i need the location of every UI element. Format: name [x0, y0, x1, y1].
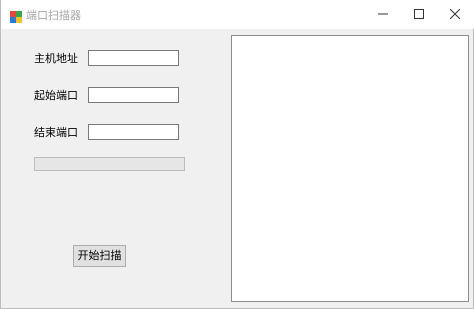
- scan-progress-bar: [34, 157, 185, 171]
- minimize-icon: [378, 13, 388, 15]
- start-port-input[interactable]: [88, 87, 179, 103]
- results-textbox[interactable]: [231, 35, 469, 302]
- start-port-label: 起始端口: [34, 89, 78, 102]
- window-title: 端口扫描器: [26, 9, 81, 22]
- start-scan-button[interactable]: 开始扫描: [73, 245, 126, 267]
- minimize-button[interactable]: [365, 0, 401, 29]
- close-button[interactable]: [437, 0, 473, 29]
- end-port-label: 结束端口: [34, 126, 78, 139]
- title-bar[interactable]: 端口扫描器: [1, 0, 474, 29]
- end-port-input[interactable]: [88, 124, 179, 140]
- app-icon: [10, 8, 22, 23]
- close-icon: [450, 9, 460, 19]
- host-address-input[interactable]: [88, 50, 179, 66]
- maximize-icon: [414, 9, 424, 19]
- port-scanner-window: 端口扫描器 主机地址 起始端口 结束端口 开始扫描: [0, 0, 474, 309]
- host-address-label: 主机地址: [34, 52, 78, 65]
- maximize-button[interactable]: [401, 0, 437, 29]
